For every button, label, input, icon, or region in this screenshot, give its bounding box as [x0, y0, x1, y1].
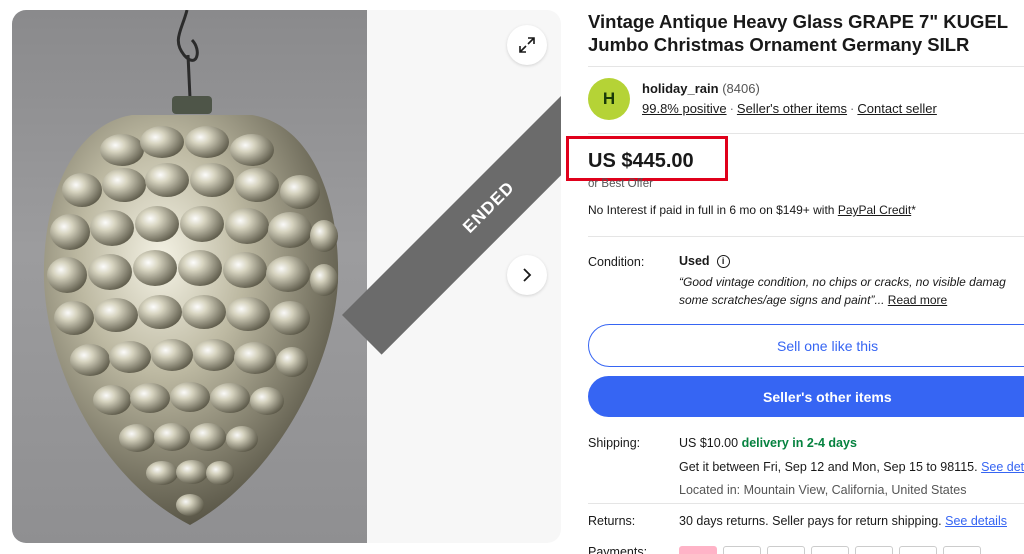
divider	[588, 503, 1024, 504]
payment-method-icon	[855, 546, 893, 554]
listing-title: Vintage Antique Heavy Glass GRAPE 7" KUG…	[588, 11, 1008, 55]
returns-text: 30 days returns. Seller pays for return …	[679, 514, 942, 528]
delivery-estimate: delivery in 2-4 days	[741, 436, 857, 450]
shipping-cost: US $10.00	[679, 436, 739, 450]
seller-avatar[interactable]: H	[588, 78, 630, 120]
delivery-dates: Get it between Fri, Sep 12 and Mon, Sep …	[679, 460, 978, 474]
shipping-see-details-link[interactable]: See details	[981, 460, 1024, 474]
returns-label: Returns:	[588, 514, 636, 528]
separator-dot: ·	[729, 101, 734, 116]
image-gallery: ENDED	[12, 10, 561, 543]
condition-value-row: Used i	[679, 254, 730, 268]
expand-icon	[519, 37, 535, 53]
expand-image-button[interactable]	[507, 25, 547, 65]
payment-method-icon	[899, 546, 937, 554]
info-icon[interactable]: i	[716, 254, 730, 268]
chevron-right-icon	[523, 268, 532, 282]
item-price: US $445.00	[588, 150, 694, 172]
ended-label: ENDED	[459, 177, 519, 237]
payment-method-icon	[811, 546, 849, 554]
separator-dot: ·	[850, 101, 855, 116]
condition-value: Used	[679, 254, 710, 268]
sellers-other-items-button[interactable]: Seller's other items	[588, 376, 1024, 417]
divider	[588, 133, 1024, 134]
seller-feedback-count: (8406)	[722, 81, 760, 96]
ended-ribbon: ENDED	[342, 60, 561, 355]
sell-one-like-this-button[interactable]: Sell one like this	[588, 324, 1024, 367]
main-product-photo[interactable]	[12, 10, 367, 543]
seller-other-items-link[interactable]: Seller's other items	[737, 101, 847, 116]
shipping-label: Shipping:	[588, 436, 641, 450]
condition-description: “Good vintage condition, no chips or cra…	[679, 273, 1024, 309]
returns-see-details-link[interactable]: See details	[945, 514, 1007, 528]
delivery-date-row: Get it between Fri, Sep 12 and Mon, Sep …	[679, 460, 1024, 474]
paypal-credit-link[interactable]: PayPal Credit	[838, 203, 911, 217]
financing-asterisk: *	[911, 203, 916, 217]
payment-methods	[679, 546, 981, 554]
grape-ornament-image	[43, 10, 339, 525]
financing-note: No Interest if paid in full in 6 mo on $…	[588, 203, 916, 217]
read-more-link[interactable]: Read more	[888, 293, 947, 307]
payments-label: Payments:	[588, 545, 648, 554]
payment-method-icon	[723, 546, 761, 554]
item-location: Located in: Mountain View, California, U…	[679, 483, 967, 497]
payment-method-icon	[767, 546, 805, 554]
seller-name-row: holiday_rain (8406)	[642, 81, 760, 96]
returns-row: 30 days returns. Seller pays for return …	[679, 514, 1007, 528]
condition-line-2: some scratches/age signs and paint	[679, 293, 871, 307]
condition-label: Condition:	[588, 255, 645, 269]
next-image-button[interactable]	[507, 255, 547, 295]
contact-seller-link[interactable]: Contact seller	[857, 101, 936, 116]
condition-line-1: Good vintage condition, no chips or crac…	[683, 275, 1006, 289]
divider	[588, 236, 1024, 237]
payment-method-icon	[679, 546, 717, 554]
seller-positive-link[interactable]: 99.8% positive	[642, 101, 727, 116]
payment-method-icon	[943, 546, 981, 554]
shipping-cost-row: US $10.00 delivery in 2-4 days	[679, 436, 857, 450]
seller-name[interactable]: holiday_rain	[642, 81, 719, 96]
financing-text: No Interest if paid in full in 6 mo on $…	[588, 203, 838, 217]
best-offer-text: or Best Offer	[588, 178, 653, 190]
divider	[588, 66, 1024, 67]
quote-close: ”...	[870, 293, 885, 307]
seller-links: 99.8% positive · Seller's other items · Cont…	[642, 101, 937, 116]
